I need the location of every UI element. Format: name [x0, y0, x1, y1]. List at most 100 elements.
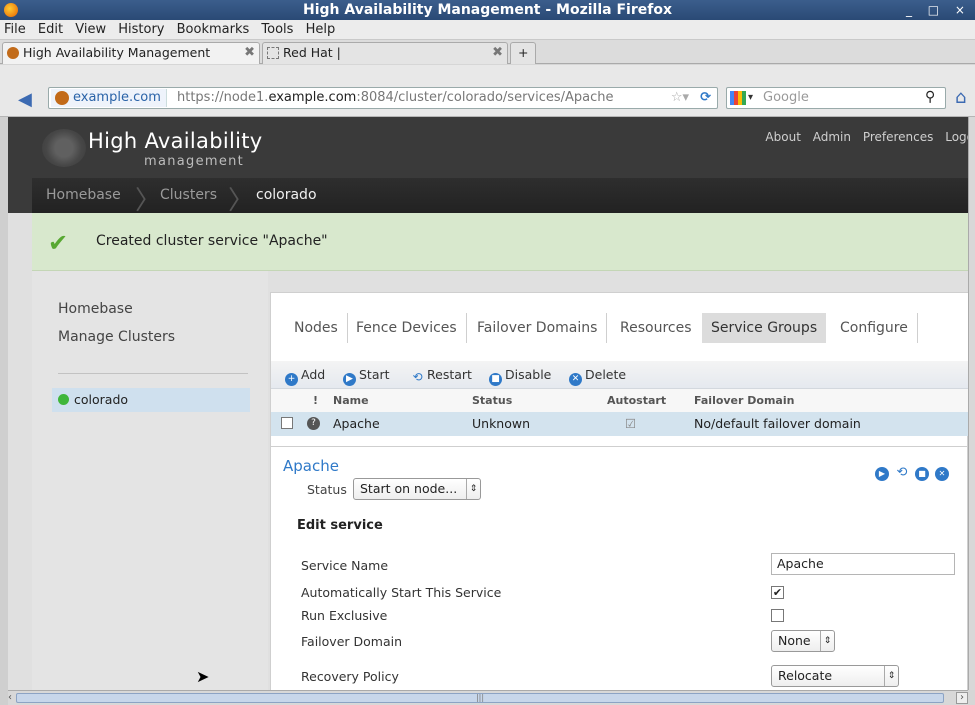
recovery-policy-value: Relocate: [778, 668, 833, 683]
service-toolbar: + Add ▶ Start ⟲ Restart ■ Disable ✕ Delete: [271, 361, 968, 389]
breadcrumb-current: colorado: [256, 187, 317, 203]
close-tab-icon[interactable]: ✖: [244, 43, 255, 63]
back-arrow-icon[interactable]: ◀: [18, 89, 32, 110]
new-tab-button[interactable]: +: [510, 42, 536, 64]
table-header: ! Name Status Autostart Failover Domain: [271, 389, 968, 412]
exclusive-checkbox[interactable]: [771, 609, 784, 622]
status-select-value: Start on node...: [360, 481, 458, 496]
scroll-left-icon[interactable]: ‹: [8, 692, 12, 703]
link-preferences[interactable]: Preferences: [863, 130, 934, 144]
disable-label: Disable: [505, 367, 552, 382]
url-text: https://node1.example.com:8084/cluster/c…: [177, 88, 614, 108]
table-row[interactable]: ? Apache Unknown ☑ No/default failover d…: [271, 412, 968, 436]
chevron-down-icon[interactable]: ▾: [748, 88, 753, 108]
link-about[interactable]: About: [765, 130, 800, 144]
breadcrumb: Homebase 〉 Clusters 〉 colorado: [32, 178, 968, 216]
col-autostart[interactable]: Autostart: [607, 394, 666, 407]
sidebar-item-cluster[interactable]: colorado: [52, 388, 250, 412]
browser-tab-ha[interactable]: High Availability Management ✖: [2, 42, 260, 64]
browser-tab-redhat[interactable]: Red Hat | ✖: [262, 42, 508, 64]
status-label: Status: [307, 482, 347, 497]
delete-icon[interactable]: ✕: [935, 467, 949, 481]
add-button[interactable]: + Add: [285, 367, 325, 386]
autostart-label: Automatically Start This Service: [301, 585, 502, 600]
breadcrumb-clusters[interactable]: Clusters: [160, 187, 217, 203]
link-admin[interactable]: Admin: [813, 130, 851, 144]
window-edge: [0, 117, 8, 705]
menu-help[interactable]: Help: [302, 20, 340, 37]
window-title: High Availability Management - Mozilla F…: [303, 2, 672, 18]
menu-tools[interactable]: Tools: [257, 20, 297, 37]
plus-icon: +: [285, 373, 298, 386]
close-tab-icon[interactable]: ✖: [492, 43, 503, 63]
search-input[interactable]: ▾ Google: [726, 87, 946, 109]
menu-file[interactable]: File: [0, 20, 30, 37]
site-identity[interactable]: example.com: [51, 89, 167, 107]
stop-icon[interactable]: ■: [915, 467, 929, 481]
browser-tab-label: High Availability Management: [23, 45, 211, 60]
start-icon[interactable]: ▶: [875, 467, 889, 481]
home-icon[interactable]: ⌂: [955, 87, 966, 108]
tab-configure[interactable]: Configure: [831, 313, 918, 343]
row-failover: No/default failover domain: [694, 416, 861, 431]
restart-button[interactable]: ⟲ Restart: [411, 367, 471, 384]
status-dot-icon: [58, 394, 69, 405]
tab-resources[interactable]: Resources: [611, 313, 701, 343]
window-controls[interactable]: _ □ ×: [906, 0, 971, 20]
header-links: About Admin Preferences Logo: [759, 130, 968, 144]
disable-button[interactable]: ■ Disable: [489, 367, 551, 386]
breadcrumb-homebase[interactable]: Homebase: [46, 187, 121, 203]
browser-tab-label: Red Hat |: [283, 45, 341, 60]
status-select[interactable]: Start on node... ⇕: [353, 478, 481, 500]
menu-bookmarks[interactable]: Bookmarks: [173, 20, 254, 37]
gear-icon: [7, 47, 19, 59]
col-status[interactable]: Status: [472, 394, 512, 407]
tab-failover-domains[interactable]: Failover Domains: [468, 313, 608, 343]
restart-icon[interactable]: ⟲: [895, 466, 909, 480]
binoculars-icon[interactable]: ⚲: [925, 89, 935, 105]
site-gear-icon: [55, 91, 69, 105]
menu-view[interactable]: View: [71, 20, 110, 37]
recovery-policy-label: Recovery Policy: [301, 669, 399, 684]
failover-domain-select[interactable]: None ⇕: [771, 630, 835, 652]
tab-service-groups[interactable]: Service Groups: [702, 313, 827, 343]
exclusive-label: Run Exclusive: [301, 608, 388, 623]
logo-icon: [42, 129, 86, 167]
scroll-right-icon[interactable]: ›: [956, 692, 968, 704]
col-name[interactable]: Name: [333, 394, 369, 407]
delete-button[interactable]: ✕ Delete: [569, 367, 626, 386]
success-text: Created cluster service "Apache": [96, 233, 328, 249]
row-checkbox[interactable]: [281, 417, 293, 429]
horizontal-scrollbar[interactable]: ‹ ||| ›: [8, 690, 968, 705]
restart-icon: ⟲: [412, 370, 423, 384]
reload-icon[interactable]: ⟳: [700, 88, 711, 108]
tab-fence-devices[interactable]: Fence Devices: [347, 313, 467, 343]
recovery-policy-select[interactable]: Relocate ⇕: [771, 665, 899, 687]
menu-edit[interactable]: Edit: [34, 20, 67, 37]
vertical-scrollbar[interactable]: [968, 117, 975, 690]
add-label: Add: [301, 367, 326, 382]
autostart-checkbox[interactable]: ✔: [771, 586, 784, 599]
app-header: High Availability management About Admin…: [8, 117, 968, 178]
service-name-input[interactable]: Apache: [771, 553, 955, 575]
url-bar[interactable]: example.com https://node1.example.com:80…: [48, 87, 718, 109]
select-arrows-icon: ⇕: [466, 479, 480, 499]
start-button[interactable]: ▶ Start: [343, 367, 390, 386]
menu-history[interactable]: History: [114, 20, 168, 37]
url-domain: example.com: [268, 90, 357, 105]
breadcrumb-separator-icon: 〉: [135, 186, 162, 216]
menu-bar: File Edit View History Bookmarks Tools H…: [0, 20, 975, 40]
link-logout[interactable]: Logo: [945, 130, 968, 144]
failover-domain-value: None: [778, 633, 811, 648]
row-name[interactable]: Apache: [333, 416, 380, 431]
scrollbar-thumb[interactable]: |||: [16, 693, 944, 703]
tab-nodes[interactable]: Nodes: [285, 313, 348, 343]
page-viewport: High Availability management About Admin…: [8, 117, 968, 690]
sidebar-item-homebase[interactable]: Homebase: [58, 301, 133, 317]
bookmark-star-icon[interactable]: ☆▾: [671, 88, 689, 108]
service-tabs: Nodes Fence Devices Failover Domains Res…: [271, 293, 968, 361]
col-failover-domain[interactable]: Failover Domain: [694, 394, 794, 407]
firefox-icon: [4, 3, 18, 17]
sidebar-item-manage-clusters[interactable]: Manage Clusters: [58, 329, 175, 345]
page-icon: [267, 47, 279, 59]
